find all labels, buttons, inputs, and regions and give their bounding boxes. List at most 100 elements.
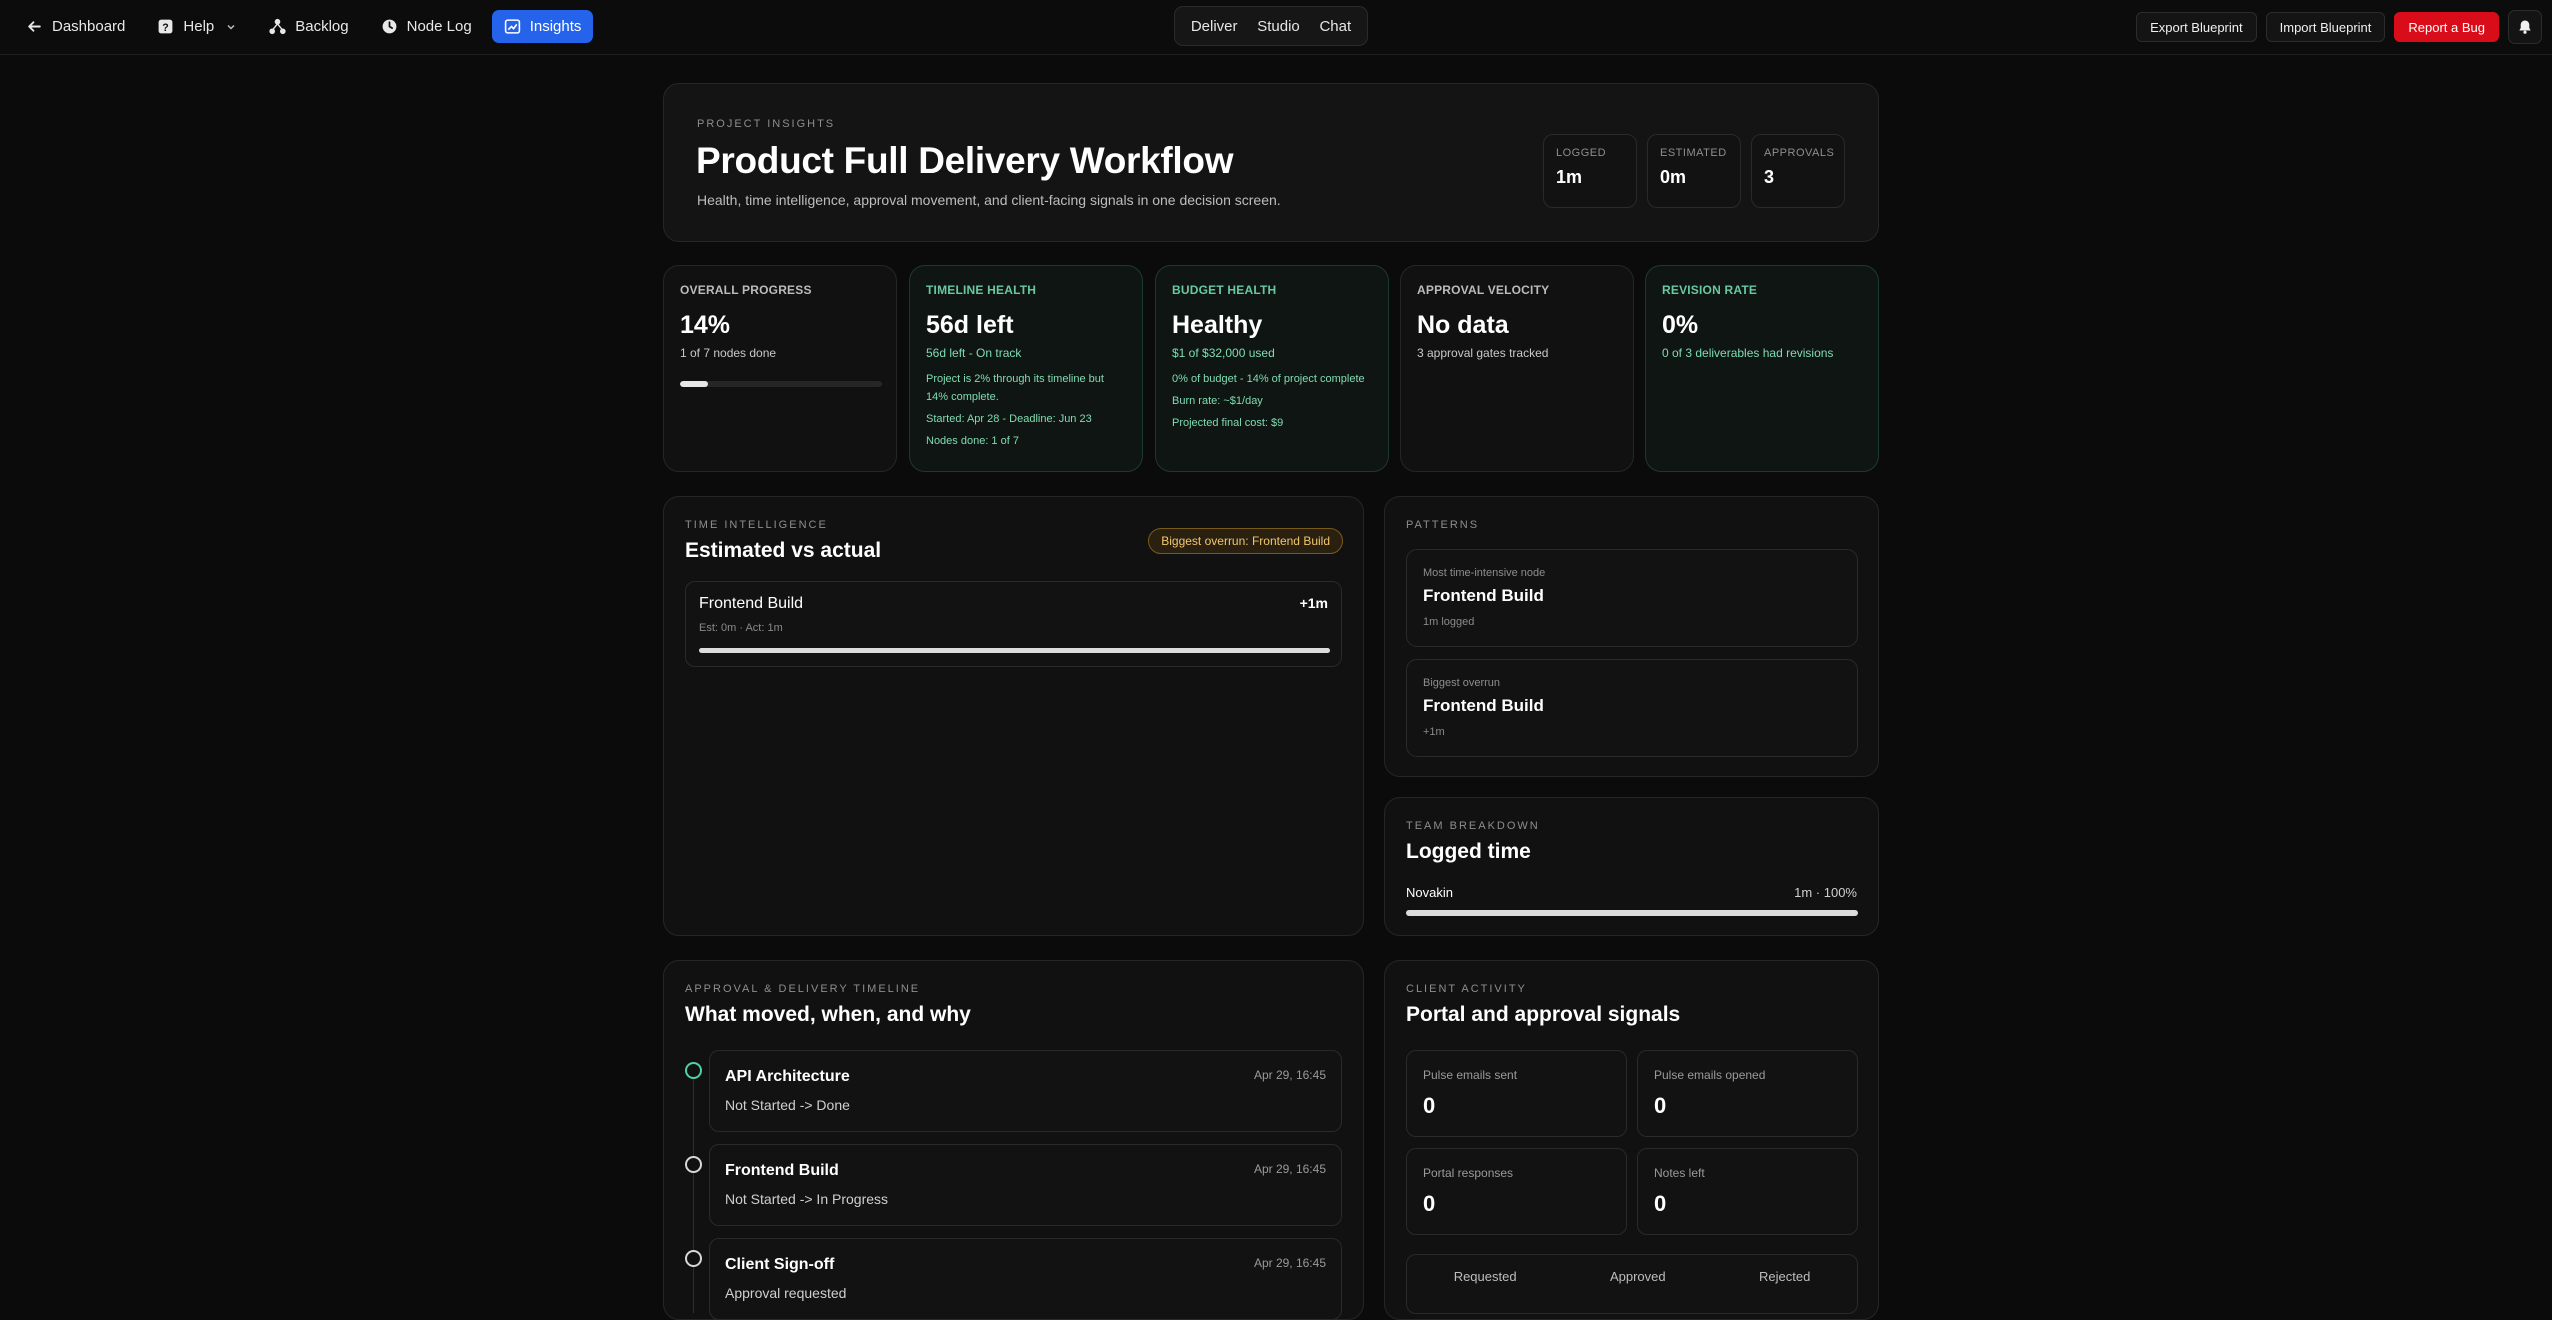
chart-icon — [504, 19, 520, 34]
client-stat-value: 0 — [1423, 1191, 1436, 1216]
kpi-note: Project is 2% through its timeline but 1… — [926, 373, 1104, 403]
estimate-meta: Est: 0m · Act: 1m — [699, 622, 783, 634]
pattern-card-overrun: Biggest overrun Frontend Build +1m — [1406, 659, 1858, 757]
hero-description: Health, time intelligence, approval move… — [697, 192, 1281, 208]
kpi-note: Nodes done: 1 of 7 — [926, 435, 1019, 447]
backlog-button[interactable]: Backlog — [257, 10, 360, 43]
kpi-notes: Project is 2% through its timeline but 1… — [926, 370, 1126, 450]
stat-label: APPROVALS — [1764, 147, 1835, 159]
stat-value: 0m — [1660, 167, 1687, 187]
time-intelligence-panel: TIME INTELLIGENCE Estimated vs actual Bi… — [663, 496, 1364, 936]
timeline-item-date: Apr 29, 16:45 — [1253, 1068, 1326, 1082]
report-bug-button[interactable]: Report a Bug — [2394, 12, 2499, 42]
dashboard-label: Dashboard — [52, 18, 126, 35]
timeline-item[interactable]: Client Sign-off Approval requested Apr 2… — [709, 1238, 1342, 1320]
hero-eyebrow: PROJECT INSIGHTS — [697, 118, 836, 130]
export-blueprint-button[interactable]: Export Blueprint — [2136, 12, 2257, 42]
pattern-label: Biggest overrun — [1423, 677, 1501, 689]
kpi-label: OVERALL PROGRESS — [680, 283, 812, 297]
top-bar: Dashboard ? Help Backlog Node Log Insigh… — [0, 0, 2552, 55]
progress-bar-fill — [680, 381, 709, 387]
kpi-sub: 1 of 7 nodes done — [680, 346, 777, 360]
insights-label: Insights — [529, 18, 582, 35]
kpi-label: REVISION RATE — [1662, 283, 1758, 297]
kpi-approval-velocity: APPROVAL VELOCITY No data 3 approval gat… — [1400, 265, 1634, 472]
insights-button[interactable]: Insights — [491, 10, 594, 43]
kpi-sub: 0 of 3 deliverables had revisions — [1662, 346, 1834, 360]
timeline-item-name: Client Sign-off — [725, 1256, 835, 1273]
kpi-note: Projected final cost: $9 — [1172, 417, 1284, 429]
mode-chat[interactable]: Chat — [1319, 18, 1351, 35]
stat-label: ESTIMATED — [1660, 147, 1727, 159]
timeline-item[interactable]: API Architecture Not Started -> Done Apr… — [709, 1050, 1342, 1132]
stat-label: LOGGED — [1556, 147, 1607, 159]
stat-value: 1m — [1556, 167, 1583, 187]
kpi-value: 0% — [1662, 311, 1699, 339]
kpi-value: Healthy — [1172, 311, 1263, 339]
panel-eyebrow: TEAM BREAKDOWN — [1406, 820, 1540, 832]
progress-bar — [680, 381, 882, 387]
client-stat-value: 0 — [1654, 1093, 1667, 1118]
panel-eyebrow: PATTERNS — [1406, 519, 1480, 531]
kpi-note: Burn rate: ~$1/day — [1172, 395, 1263, 407]
kpi-revision-rate: REVISION RATE 0% 0 of 3 deliverables had… — [1645, 265, 1879, 472]
network-icon — [269, 18, 286, 35]
timeline-item-date: Apr 29, 16:45 — [1253, 1162, 1326, 1176]
stat-value: 3 — [1764, 167, 1775, 187]
client-activity-panel: CLIENT ACTIVITY Portal and approval sign… — [1384, 960, 1879, 1320]
help-icon: ? — [158, 19, 173, 34]
timeline-item-date: Apr 29, 16:45 — [1253, 1256, 1326, 1270]
node-name: Frontend Build — [699, 595, 804, 612]
timeline-dot — [685, 1250, 702, 1267]
client-stat-label: Pulse emails opened — [1654, 1068, 1766, 1082]
panel-eyebrow: TIME INTELLIGENCE — [685, 519, 828, 531]
panel-eyebrow: APPROVAL & DELIVERY TIMELINE — [685, 983, 921, 995]
pattern-card-time-intensive: Most time-intensive node Frontend Build … — [1406, 549, 1858, 647]
panel-title: Portal and approval signals — [1406, 1003, 1681, 1026]
timeline-line — [693, 1073, 694, 1313]
client-stat-label: Portal responses — [1423, 1166, 1514, 1180]
client-stat-emails-sent: Pulse emails sent 0 — [1406, 1050, 1627, 1137]
team-member-name: Novakin — [1406, 885, 1453, 900]
overrun-badge: Biggest overrun: Frontend Build — [1148, 528, 1343, 554]
kpi-value: No data — [1417, 311, 1509, 339]
team-breakdown-panel: TEAM BREAKDOWN Logged time Novakin 1m · … — [1384, 797, 1879, 936]
pattern-note: 1m logged — [1423, 616, 1475, 628]
kpi-sub: $1 of $32,000 used — [1172, 346, 1275, 360]
timeline-item-name: Frontend Build — [725, 1162, 839, 1179]
estimate-bar — [699, 648, 1330, 653]
clock-icon — [382, 19, 397, 34]
node-log-button[interactable]: Node Log — [369, 10, 484, 43]
kpi-sub: 3 approval gates tracked — [1417, 346, 1549, 360]
panel-title: Logged time — [1406, 840, 1531, 863]
nav-left: Dashboard ? Help Backlog Node Log Insigh… — [14, 10, 594, 43]
import-blueprint-button[interactable]: Import Blueprint — [2265, 12, 2386, 42]
help-button[interactable]: ? Help — [145, 10, 249, 43]
timeline-dot-done — [685, 1062, 702, 1079]
approval-status-table: Requested Approved Rejected — [1406, 1254, 1858, 1314]
svg-text:?: ? — [163, 22, 169, 34]
stat-logged: LOGGED 1m — [1543, 134, 1637, 208]
hero-stats: LOGGED 1m ESTIMATED 0m APPROVALS 3 — [1543, 134, 1845, 208]
kpi-value: 56d left — [926, 311, 1014, 339]
kpi-label: TIMELINE HEALTH — [926, 283, 1037, 297]
team-member-bar — [1406, 910, 1858, 916]
bell-icon — [2519, 20, 2531, 34]
node-log-label: Node Log — [406, 18, 472, 35]
estimate-bar-fill — [699, 648, 1330, 653]
notifications-button[interactable] — [2508, 10, 2542, 44]
client-stat-value: 0 — [1654, 1191, 1667, 1216]
kpi-note: 0% of budget - 14% of project complete — [1172, 373, 1365, 385]
stat-estimated: ESTIMATED 0m — [1647, 134, 1741, 208]
timeline-dot — [685, 1156, 702, 1173]
mode-deliver[interactable]: Deliver — [1191, 18, 1238, 35]
timeline-item[interactable]: Frontend Build Not Started -> In Progres… — [709, 1144, 1342, 1226]
column-requested: Requested — [1453, 1269, 1517, 1284]
arrow-left-icon — [28, 21, 41, 32]
kpi-label: APPROVAL VELOCITY — [1417, 283, 1550, 297]
dashboard-button[interactable]: Dashboard — [14, 10, 137, 43]
mode-studio[interactable]: Studio — [1257, 18, 1300, 35]
kpi-sub: 56d left - On track — [926, 346, 1022, 360]
estimate-row[interactable]: Frontend Build +1m Est: 0m · Act: 1m — [685, 581, 1342, 667]
approval-timeline-panel: APPROVAL & DELIVERY TIMELINE What moved,… — [663, 960, 1364, 1320]
